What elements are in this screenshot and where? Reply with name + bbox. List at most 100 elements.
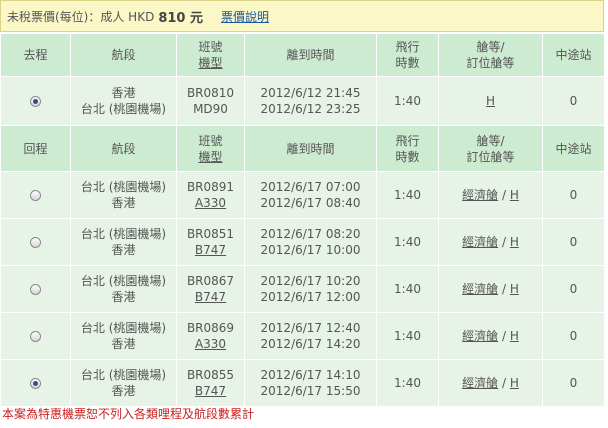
aircraft-type: A330 bbox=[177, 336, 244, 352]
flight-select-radio[interactable] bbox=[30, 96, 41, 107]
flight-row: 香港 台北 (桃園機場) BR0810 MD90 2012/6/12 21:45 2012… bbox=[0, 76, 605, 126]
aircraft-link[interactable]: B747 bbox=[195, 384, 226, 398]
departure-time: 2012/6/17 12:40 bbox=[260, 321, 361, 335]
cabin-link[interactable]: 經濟艙 bbox=[462, 235, 498, 249]
aircraft-link[interactable]: B747 bbox=[195, 290, 226, 304]
flight-number: BR0855 bbox=[186, 368, 235, 382]
arrival-time: 2012/6/12 23:25 bbox=[260, 102, 361, 116]
booking-class-link[interactable]: H bbox=[510, 282, 519, 296]
route-from: 台北 (桃園機場) bbox=[80, 227, 167, 241]
duration-cell: 1:40 bbox=[376, 76, 439, 126]
duration-cell: 1:40 bbox=[376, 218, 439, 266]
route-to: 香港 bbox=[111, 290, 136, 304]
class-cell: 經濟艙 / H bbox=[438, 218, 543, 266]
flight-cell: BR0891 A330 bbox=[176, 171, 245, 219]
select-cell bbox=[0, 312, 71, 360]
aircraft-link[interactable]: B747 bbox=[195, 243, 226, 257]
route-from: 台北 (桃園機場) bbox=[80, 321, 167, 335]
arrival-time: 2012/6/17 14:20 bbox=[260, 337, 361, 351]
select-cell bbox=[0, 171, 71, 219]
flight-cell: BR0869 A330 bbox=[176, 312, 245, 360]
aircraft-type: B747 bbox=[177, 242, 244, 258]
cabin-link[interactable]: 經濟艙 bbox=[462, 376, 498, 390]
flight-row: 台北 (桃園機場) 香港 BR0891 A330 2012/6/17 07:00 2012… bbox=[0, 171, 605, 219]
aircraft-link[interactable]: MD90 bbox=[193, 102, 228, 116]
time-cell: 2012/6/17 08:20 2012/6/17 10:00 bbox=[244, 218, 377, 266]
aircraft-link[interactable]: A330 bbox=[195, 337, 226, 351]
duration-cell: 1:40 bbox=[376, 359, 439, 407]
header-class-2: 訂位艙等 bbox=[466, 149, 515, 164]
departure-time: 2012/6/17 14:10 bbox=[260, 368, 361, 382]
footer-note: 本案為特惠機票恕不列入各類哩程及航段數累計 bbox=[2, 407, 255, 421]
flight-select-radio[interactable] bbox=[30, 284, 41, 295]
arrival-time: 2012/6/17 12:00 bbox=[260, 290, 361, 304]
header-route: 航段 bbox=[70, 33, 177, 77]
arrival-time: 2012/6/17 15:50 bbox=[260, 384, 361, 398]
cabin-link[interactable]: 經濟艙 bbox=[462, 282, 498, 296]
route-from: 香港 bbox=[111, 86, 136, 100]
select-cell bbox=[0, 218, 71, 266]
header-flight-no: 班號 bbox=[198, 40, 223, 54]
flight-table: 去程 航段 班號 機型 離到時間 飛行 時數 艙等/訂位艙等 中途站 香港 台北 (桃園機場) BR0… bbox=[0, 33, 605, 407]
flight-number: BR0867 bbox=[186, 274, 235, 288]
route-to: 台北 (桃園機場) bbox=[80, 102, 167, 116]
flight-number: BR0810 bbox=[186, 86, 235, 100]
route-cell: 台北 (桃園機場) 香港 bbox=[70, 265, 177, 313]
class-cell: H bbox=[438, 76, 543, 126]
header-time: 離到時間 bbox=[244, 33, 377, 77]
fare-amount: 810 元 bbox=[158, 10, 203, 26]
header-row-outbound: 去程 航段 班號 機型 離到時間 飛行 時數 艙等/訂位艙等 中途站 bbox=[0, 33, 605, 77]
cabin-link[interactable]: 經濟艙 bbox=[462, 188, 498, 202]
class-separator: / bbox=[498, 376, 510, 390]
booking-class-link[interactable]: H bbox=[510, 235, 519, 249]
route-to: 香港 bbox=[111, 196, 136, 210]
flight-number: BR0851 bbox=[186, 227, 235, 241]
header-class-2: 訂位艙等 bbox=[466, 56, 515, 70]
fare-label: 未稅票價(每位)：成人 HKD bbox=[7, 9, 155, 24]
fare-summary-bar: 未稅票價(每位)：成人 HKD 810 元 票價說明 bbox=[0, 0, 604, 32]
flight-select-radio[interactable] bbox=[30, 378, 41, 389]
header-duration-1: 飛行 bbox=[395, 133, 420, 148]
booking-class-link[interactable]: H bbox=[486, 94, 495, 108]
header-duration-2: 時數 bbox=[395, 56, 420, 70]
header-direction: 去程 bbox=[0, 33, 71, 77]
aircraft-link[interactable]: A330 bbox=[195, 196, 226, 210]
header-class-1: 艙等/ bbox=[476, 133, 505, 148]
departure-time: 2012/6/17 08:20 bbox=[260, 227, 361, 241]
stops-cell: 0 bbox=[542, 171, 605, 219]
class-separator: / bbox=[498, 329, 510, 343]
stops-cell: 0 bbox=[542, 359, 605, 407]
route-to: 香港 bbox=[111, 243, 136, 257]
time-cell: 2012/6/17 14:10 2012/6/17 15:50 bbox=[244, 359, 377, 407]
class-separator: / bbox=[498, 235, 510, 249]
fare-info-link[interactable]: 票價說明 bbox=[221, 8, 269, 25]
arrival-time: 2012/6/17 10:00 bbox=[260, 243, 361, 257]
flight-select-radio[interactable] bbox=[30, 190, 41, 201]
header-direction: 回程 bbox=[0, 125, 71, 172]
stops-cell: 0 bbox=[542, 265, 605, 313]
header-class: 艙等/訂位艙等 bbox=[438, 33, 543, 77]
stops-cell: 0 bbox=[542, 312, 605, 360]
flight-select-radio[interactable] bbox=[30, 331, 41, 342]
route-cell: 台北 (桃園機場) 香港 bbox=[70, 359, 177, 407]
route-to: 香港 bbox=[111, 384, 136, 398]
flight-number: BR0869 bbox=[186, 321, 235, 335]
duration-cell: 1:40 bbox=[376, 265, 439, 313]
header-route: 航段 bbox=[70, 125, 177, 172]
header-flight-no: 班號 bbox=[198, 133, 223, 148]
booking-class-link[interactable]: H bbox=[510, 376, 519, 390]
flight-cell: BR0810 MD90 bbox=[176, 76, 245, 126]
class-cell: 經濟艙 / H bbox=[438, 312, 543, 360]
route-to: 香港 bbox=[111, 337, 136, 351]
aircraft-type: A330 bbox=[177, 195, 244, 211]
route-from: 台北 (桃園機場) bbox=[80, 368, 167, 382]
header-aircraft: 機型 bbox=[198, 56, 223, 70]
flight-select-radio[interactable] bbox=[30, 237, 41, 248]
header-time: 離到時間 bbox=[244, 125, 377, 172]
aircraft-type: MD90 bbox=[177, 101, 244, 117]
booking-class-link[interactable]: H bbox=[510, 329, 519, 343]
booking-class-link[interactable]: H bbox=[510, 188, 519, 202]
cabin-link[interactable]: 經濟艙 bbox=[462, 329, 498, 343]
duration-cell: 1:40 bbox=[376, 171, 439, 219]
flight-row: 台北 (桃園機場) 香港 BR0855 B747 2012/6/17 14:10 2012… bbox=[0, 359, 605, 407]
